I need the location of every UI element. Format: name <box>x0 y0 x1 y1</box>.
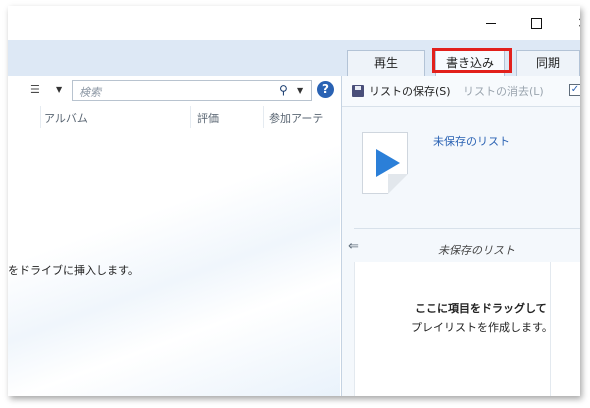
search-dropdown-icon[interactable]: ▼ <box>297 86 303 95</box>
checkbox-icon[interactable]: ✓ <box>569 84 580 96</box>
column-rating[interactable]: 評価 <box>197 110 219 126</box>
close-button[interactable]: × <box>560 6 580 40</box>
tab-play[interactable]: 再生 <box>347 50 425 76</box>
back-arrow-icon[interactable]: ⇐ <box>348 239 359 254</box>
view-options-dropdown-icon[interactable]: ▼ <box>56 85 62 94</box>
list-view-icon[interactable]: ☰ <box>30 84 46 96</box>
divider <box>354 228 580 229</box>
media-player-window: × 再生 書き込み 同期 ☰ ▼ 検索 ⚲ ▼ ? アルバム 評価 参加アーテ … <box>8 6 580 396</box>
burn-list-pane: リストの保存(S) リストの消去(L) ✓ 未保存のリスト ⇐ 未保存のリスト … <box>341 76 580 396</box>
search-icon[interactable]: ⚲ <box>279 83 293 97</box>
maximize-button[interactable] <box>513 6 559 40</box>
save-icon <box>352 85 364 97</box>
minimize-button[interactable] <box>468 6 514 40</box>
title-bar: × <box>8 6 580 40</box>
clear-list-button[interactable]: リストの消去(L) <box>463 83 544 99</box>
insert-disc-message: をドライブに挿入します。 <box>8 264 139 277</box>
drop-instruction-heading: ここに項目をドラッグして <box>415 302 547 315</box>
search-placeholder: 検索 <box>79 86 101 99</box>
tab-burn[interactable]: 書き込み <box>435 50 505 76</box>
drop-instruction-text: プレイリストを作成します。 <box>411 321 553 334</box>
playlist-icon <box>362 132 408 194</box>
column-album[interactable]: アルバム <box>44 110 88 126</box>
drop-area[interactable]: ここに項目をドラッグして プレイリストを作成します。 <box>354 262 580 396</box>
search-input[interactable]: 検索 ⚲ ▼ <box>72 80 312 101</box>
column-contributing-artist[interactable]: 参加アーテ <box>269 110 323 126</box>
tab-sync[interactable]: 同期 <box>516 50 580 76</box>
play-icon <box>376 149 400 177</box>
tab-strip: 再生 書き込み 同期 <box>8 40 580 76</box>
scrollbar-track[interactable] <box>550 262 551 396</box>
library-toolbar: ☰ ▼ 検索 ⚲ ▼ ? <box>8 76 340 107</box>
save-list-button[interactable]: リストの保存(S) <box>369 83 451 99</box>
library-list: をドライブに挿入します。 <box>8 128 340 396</box>
minimize-icon <box>486 22 496 24</box>
column-header: アルバム 評価 参加アーテ <box>8 106 340 129</box>
help-icon[interactable]: ? <box>317 81 334 98</box>
unsaved-list-label: 未保存のリスト <box>438 244 515 257</box>
unsaved-list-title[interactable]: 未保存のリスト <box>433 133 510 149</box>
library-pane: ☰ ▼ 検索 ⚲ ▼ ? アルバム 評価 参加アーテ をドライブに挿入します。 <box>8 76 340 396</box>
maximize-icon <box>530 17 542 29</box>
burn-toolbar: リストの保存(S) リストの消去(L) ✓ <box>342 76 580 107</box>
